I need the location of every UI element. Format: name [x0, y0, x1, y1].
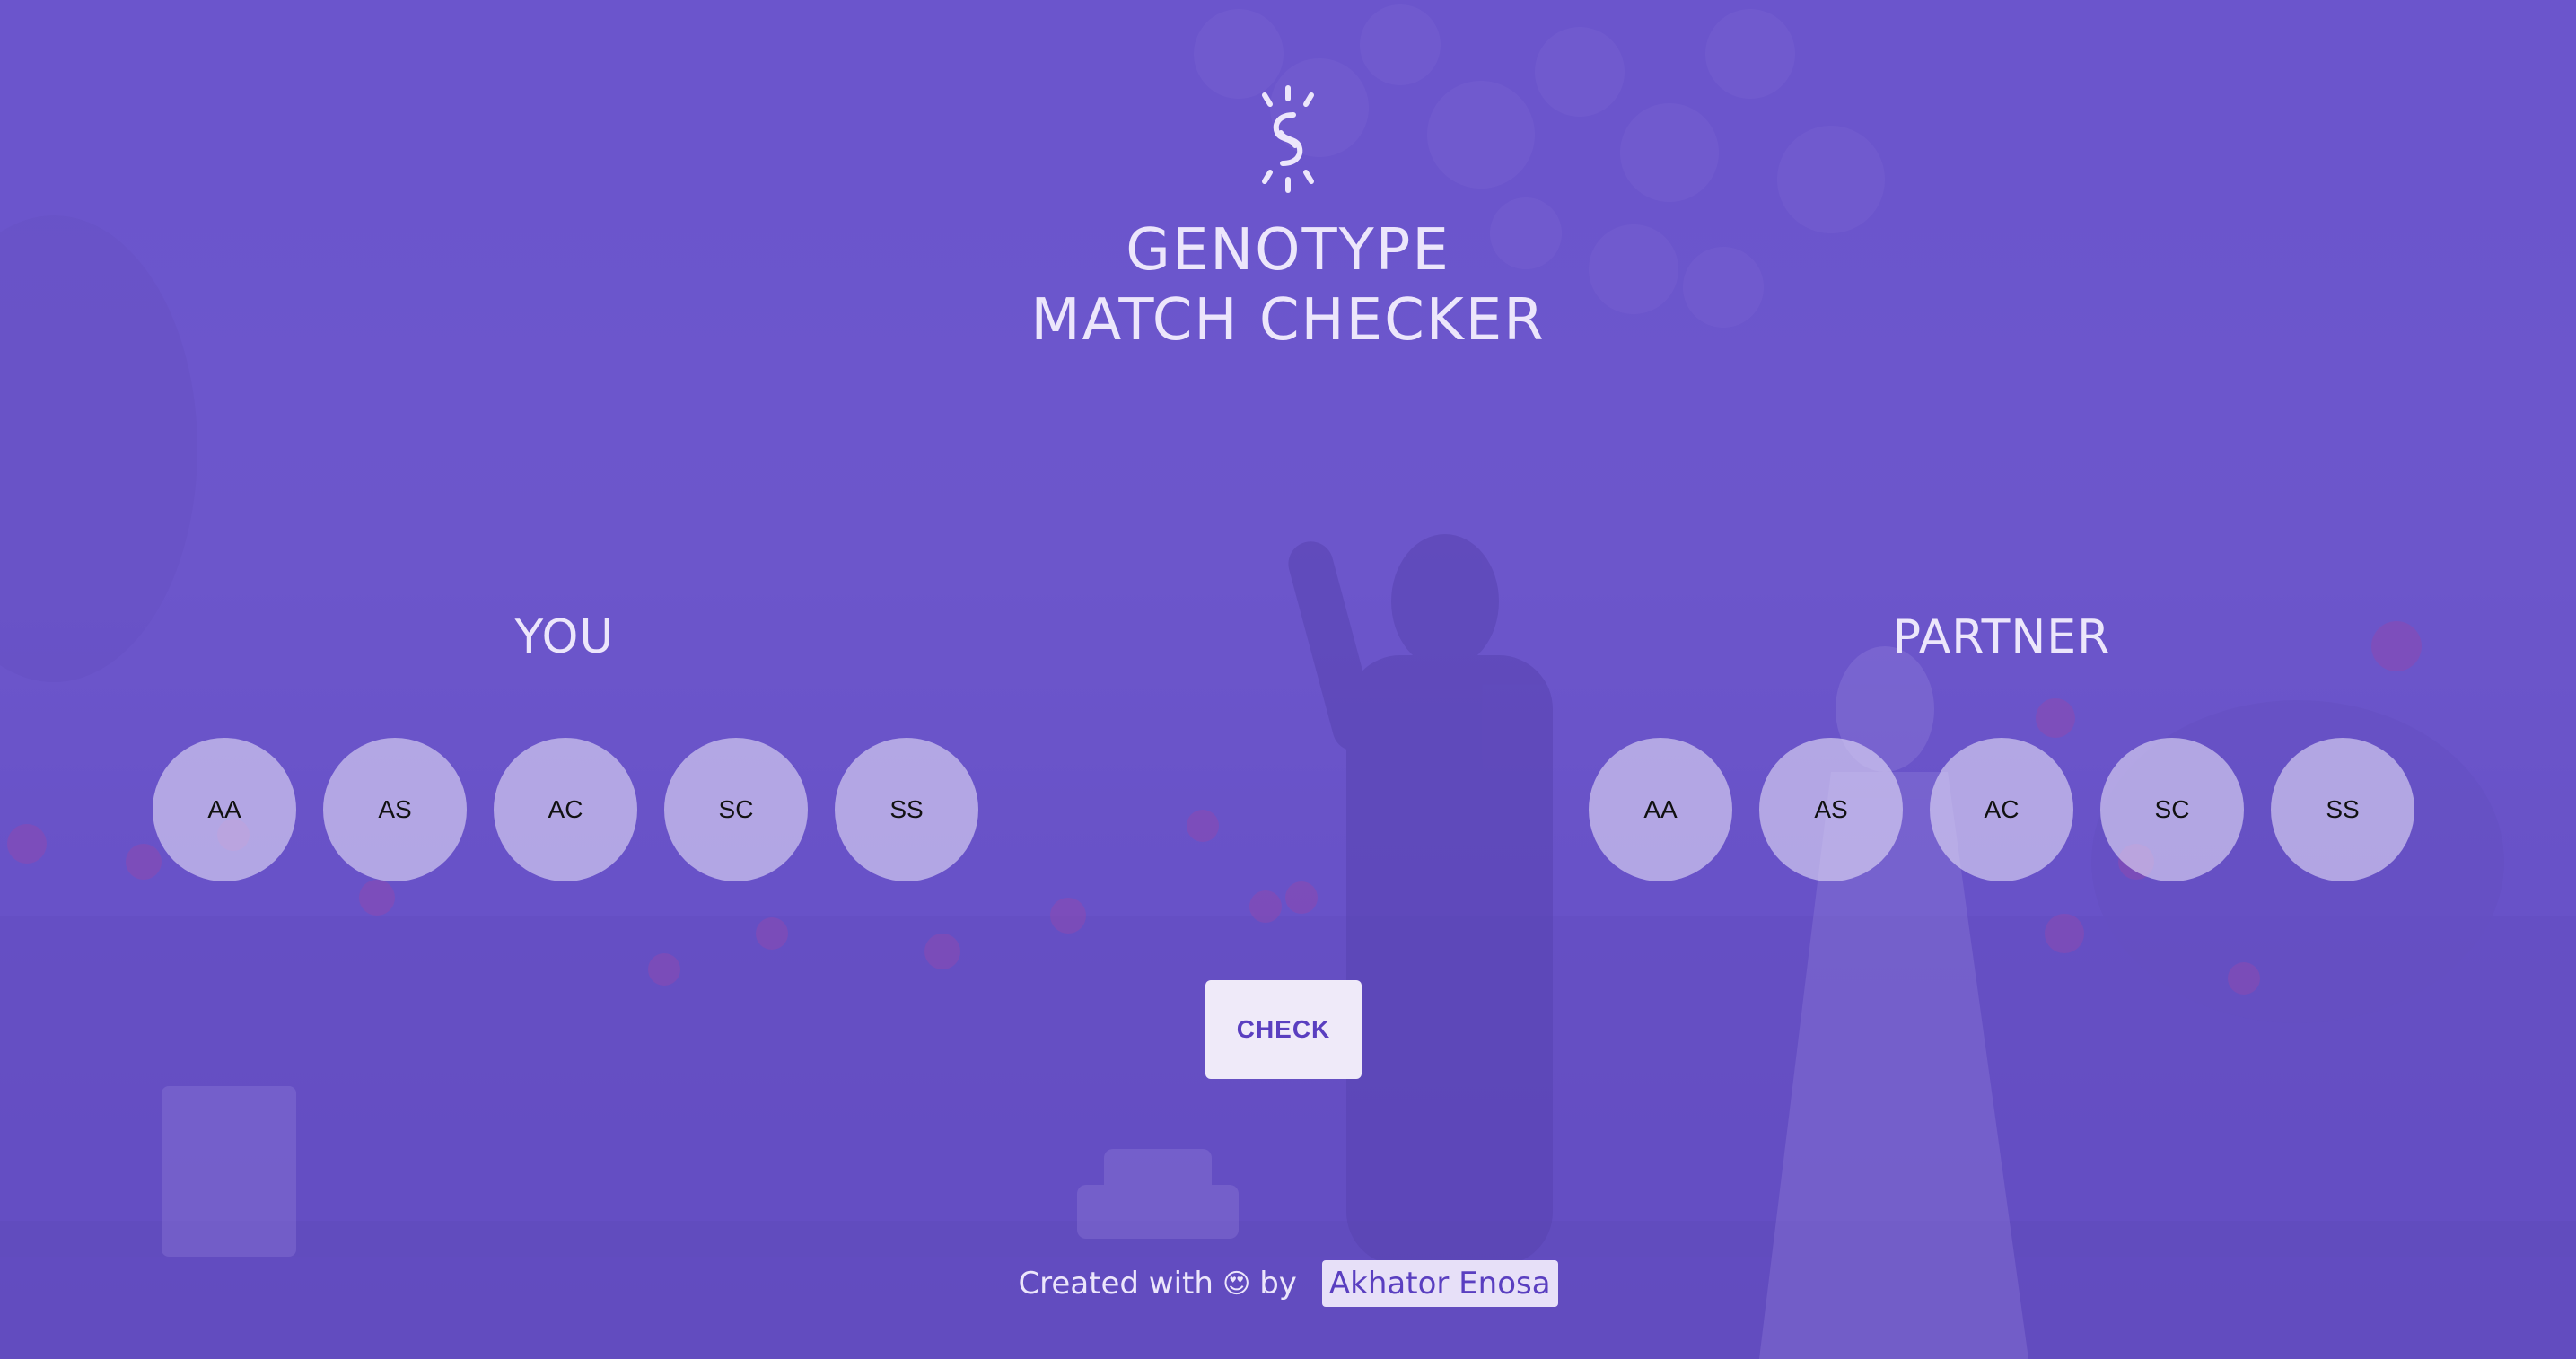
- partner-option-sc[interactable]: SC: [2100, 738, 2244, 881]
- you-option-sc[interactable]: SC: [664, 738, 808, 881]
- you-option-ss[interactable]: SS: [835, 738, 978, 881]
- title-line-1: GENOTYPE: [1126, 217, 1450, 284]
- check-button[interactable]: CHECK: [1205, 980, 1362, 1079]
- chain-link-break-icon: [1262, 85, 1314, 193]
- footer-prefix: Created with: [1018, 1266, 1214, 1302]
- footer: Created with 😍 by Akhator Enosa: [0, 1260, 2576, 1307]
- partner-label: PARTNER: [1892, 610, 2111, 664]
- partner-option-ss[interactable]: SS: [2271, 738, 2414, 881]
- page-title: GENOTYPE MATCH CHECKER: [0, 215, 2576, 355]
- you-option-as[interactable]: AS: [323, 738, 467, 881]
- you-label: YOU: [514, 610, 615, 664]
- header: GENOTYPE MATCH CHECKER: [0, 81, 2576, 355]
- you-option-ac[interactable]: AC: [494, 738, 637, 881]
- partner-option-ac[interactable]: AC: [1930, 738, 2073, 881]
- footer-by: by: [1259, 1266, 1297, 1302]
- you-option-aa[interactable]: AA: [153, 738, 296, 881]
- heart-eyes-emoji-icon: 😍: [1222, 1267, 1251, 1300]
- partner-option-as[interactable]: AS: [1759, 738, 1903, 881]
- partner-genotype-options: AA AS AC SC SS: [1589, 738, 2414, 881]
- title-line-2: MATCH CHECKER: [1030, 287, 1546, 354]
- partner-option-aa[interactable]: AA: [1589, 738, 1732, 881]
- you-genotype-options: AA AS AC SC SS: [153, 738, 978, 881]
- author-link[interactable]: Akhator Enosa: [1321, 1260, 1558, 1307]
- page: GENOTYPE MATCH CHECKER YOU PARTNER AA AS…: [0, 0, 2576, 1359]
